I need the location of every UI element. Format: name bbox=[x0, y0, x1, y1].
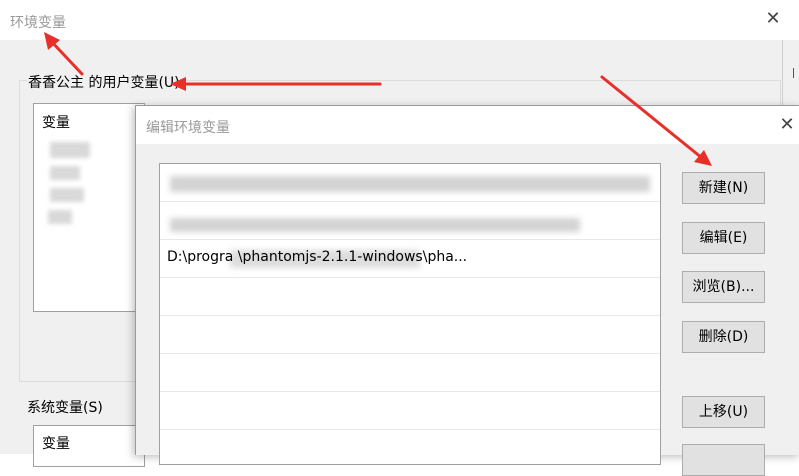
inner-titlebar: 编辑环境变量 ✕ bbox=[136, 106, 799, 144]
user-variables-label: 香香公主 的用户变量(U) bbox=[27, 72, 181, 92]
list-item[interactable] bbox=[160, 164, 660, 202]
edit-button[interactable]: 编辑(E) bbox=[682, 222, 765, 254]
delete-button[interactable]: 删除(D) bbox=[682, 321, 765, 353]
path-entries-list[interactable]: D:\progra \phantomjs-2.1.1-windows\pha..… bbox=[159, 163, 661, 465]
list-item[interactable] bbox=[160, 202, 660, 240]
outer-edge-mark bbox=[793, 68, 794, 78]
system-variables-column-header[interactable]: 变量 bbox=[42, 433, 70, 453]
blurred-cell bbox=[50, 142, 90, 158]
blurred-cell bbox=[50, 188, 84, 202]
system-variables-list[interactable]: 变量 bbox=[33, 425, 145, 467]
browse-button[interactable]: 浏览(B)... bbox=[682, 271, 765, 303]
close-icon[interactable]: ✕ bbox=[776, 114, 798, 136]
list-item[interactable] bbox=[160, 316, 660, 354]
list-item[interactable] bbox=[160, 430, 660, 464]
list-item[interactable]: D:\progra \phantomjs-2.1.1-windows\pha..… bbox=[160, 240, 660, 278]
blurred-cell bbox=[50, 166, 80, 180]
user-variables-column-header[interactable]: 变量 bbox=[42, 112, 70, 132]
new-button[interactable]: 新建(N) bbox=[682, 172, 765, 204]
user-variables-list[interactable]: 变量 bbox=[33, 103, 145, 312]
inner-dialog-title: 编辑环境变量 bbox=[146, 120, 230, 136]
list-item[interactable] bbox=[160, 278, 660, 316]
outer-titlebar: 环境变量 ✕ bbox=[0, 0, 799, 40]
move-down-button[interactable] bbox=[682, 444, 765, 476]
path-entry-text: D:\progra \phantomjs-2.1.1-windows\pha..… bbox=[167, 249, 468, 265]
close-icon[interactable]: ✕ bbox=[762, 8, 784, 30]
list-item[interactable] bbox=[160, 392, 660, 430]
blurred-path bbox=[170, 218, 580, 232]
system-variables-label: 系统变量(S) bbox=[27, 400, 103, 416]
blurred-path bbox=[170, 176, 650, 192]
move-up-button[interactable]: 上移(U) bbox=[682, 396, 765, 428]
list-item[interactable] bbox=[160, 354, 660, 392]
edit-environment-variable-dialog: 编辑环境变量 ✕ D:\progra \phantomjs-2.1.1-wind… bbox=[135, 105, 799, 476]
blurred-cell bbox=[48, 210, 72, 224]
outer-dialog-title: 环境变量 bbox=[10, 15, 66, 31]
